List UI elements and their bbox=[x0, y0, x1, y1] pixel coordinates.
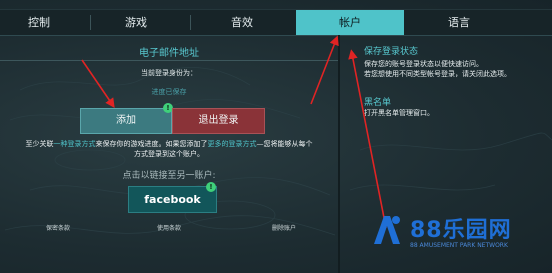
tab-game[interactable]: 游戏 bbox=[90, 10, 182, 35]
watermark: 88乐园网 88 AMUSEMENT PARK NETWORK bbox=[362, 208, 550, 270]
terms-link[interactable]: 使用条款 bbox=[157, 223, 181, 232]
link-text-line2: 方式登录到这个账户。 bbox=[134, 150, 204, 158]
settings-tab-bar: 控制 游戏 音效 帐户 语言 bbox=[0, 9, 552, 36]
privacy-link[interactable]: 保密条款 bbox=[46, 223, 70, 232]
watermark-subtitle: 88 AMUSEMENT PARK NETWORK bbox=[410, 242, 508, 249]
logout-button[interactable]: 退出登录 bbox=[172, 108, 265, 134]
link-text-highlight-2: 更多的登录方式 bbox=[207, 140, 257, 148]
watermark-logo-icon bbox=[374, 216, 400, 244]
blacklist-title[interactable]: 黑名单 bbox=[364, 95, 391, 108]
progress-saved-status: 进度已保存 bbox=[151, 88, 187, 96]
heading-divider bbox=[0, 60, 338, 61]
watermark-title: 88乐园网 bbox=[410, 218, 512, 243]
tab-account[interactable]: 帐户 bbox=[296, 10, 404, 35]
facebook-button[interactable]: facebook bbox=[128, 186, 217, 213]
add-button[interactable]: 添加 bbox=[80, 108, 172, 134]
settings-screen: 控制 游戏 音效 帐户 语言 电子邮件地址 当前登录身份为： 进度已保存 添加 … bbox=[0, 0, 552, 273]
save-login-title[interactable]: 保存登录状态 bbox=[364, 44, 418, 57]
link-text-mid: 来保存你的游戏进度。如果您添加了 bbox=[95, 140, 208, 148]
tab-language[interactable]: 语言 bbox=[404, 10, 514, 35]
account-panel: 电子邮件地址 当前登录身份为： 进度已保存 添加 ! 退出登录 至少关联一种登录… bbox=[0, 35, 338, 273]
tab-controls[interactable]: 控制 bbox=[0, 10, 78, 35]
email-heading: 电子邮件地址 bbox=[139, 48, 199, 59]
link-text-post: —您将能够从每个 bbox=[256, 140, 313, 148]
delete-account-link[interactable]: 删除账户 bbox=[272, 223, 296, 232]
signed-in-label: 当前登录身份为： bbox=[141, 69, 197, 77]
link-text-highlight-1: 一种登录方式 bbox=[53, 140, 96, 148]
link-text-pre: 至少关联 bbox=[25, 140, 54, 148]
link-another-account-label: 点击以链接至另一账户: bbox=[122, 171, 216, 181]
alert-badge: ! bbox=[206, 182, 216, 192]
tab-audio[interactable]: 音效 bbox=[190, 10, 294, 35]
save-login-desc-2: 若您想使用不同类型帐号登录，请关闭此选项。 bbox=[364, 70, 511, 78]
blacklist-desc: 打开黑名单管理窗口。 bbox=[364, 109, 434, 117]
save-login-desc-1: 保存您的账号登录状态以便快速访问。 bbox=[364, 60, 483, 68]
link-explanation: 至少关联一种登录方式来保存你的游戏进度。如果您添加了更多的登录方式—您将能够从每… bbox=[2, 139, 336, 159]
